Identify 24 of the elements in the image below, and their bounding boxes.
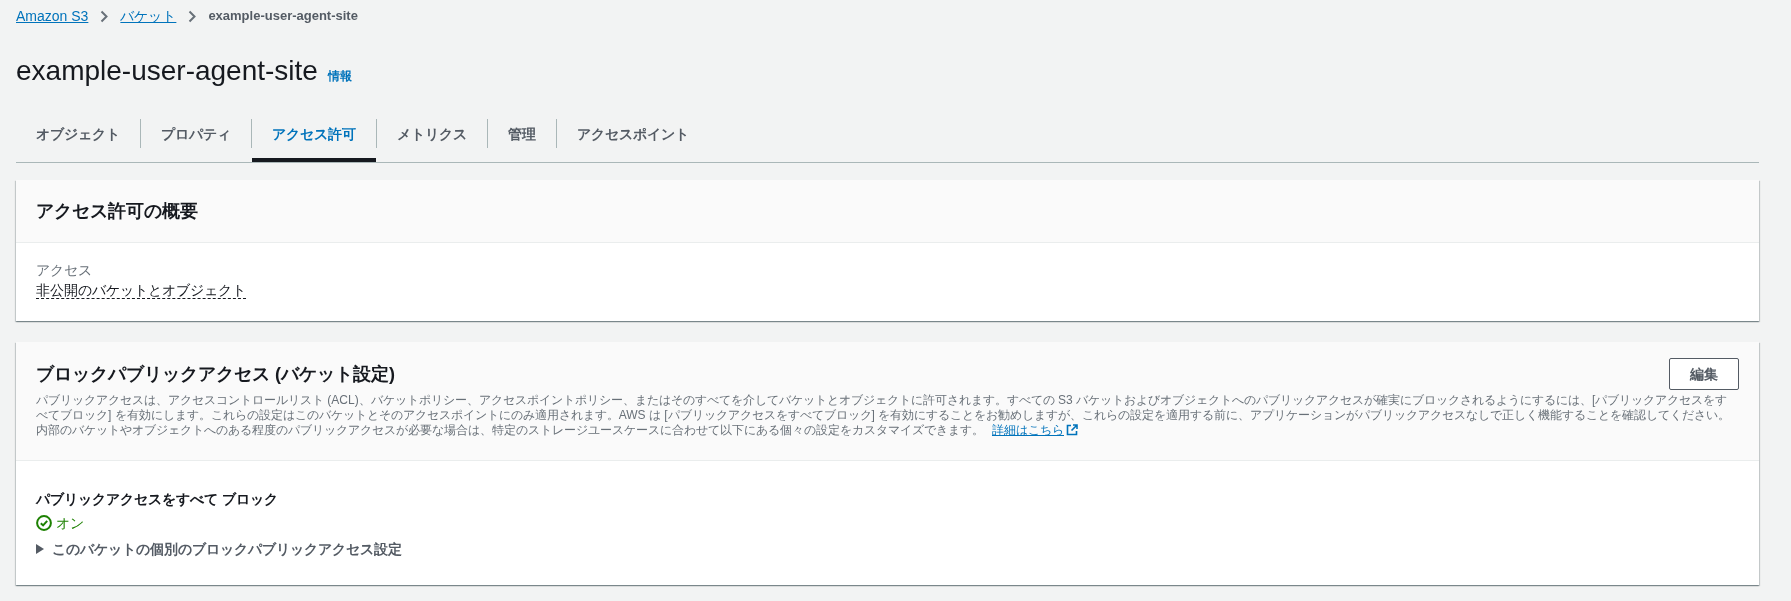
chevron-right-icon [188, 9, 197, 23]
field-value[interactable]: 非公開のバケットとオブジェクト [36, 282, 246, 299]
panel-description: パブリックアクセスは、アクセスコントロールリスト (ACL)、バケットポリシー、アクセスポイントポリシー、またはそのすべてを介してバケットとオブジェクトに許可されます。すべての S3 バケットおよびオブジェクトへのパブリックアクセスが確実にブロックされるようにするには、[パブリックアクセスをすべてブロック] を有効にします。これらの設定はこのバケットとそのアクセスポイントにのみ適用されます。AWS は [パブリックアクセスをすべてブロック] を有効にすることをお勧めしますが、これらの設定を適用する前に、アプリケーションがパブリックアクセスなしで正しく機能することを確認してください。内部のバケットやオブジェクトへのある程度のパブリックアクセスが必要な場合は、特定のストレージユースケースに合わせて以下にある個々の設定をカスタマイズできます。 詳細はこちら [36, 393, 1732, 438]
panel-title: アクセス許可の概要 [36, 200, 199, 223]
tab[interactable]: 管理 [488, 112, 556, 162]
external-link-icon [1066, 424, 1078, 436]
tab[interactable]: プロパティ [141, 112, 251, 162]
info-link[interactable]: 情報 [327, 67, 352, 85]
status-text: オン [56, 514, 84, 533]
tab[interactable]: アクセスポイント [557, 112, 709, 162]
breadcrumb-link[interactable]: バケット [120, 8, 177, 24]
field-label: アクセス [36, 261, 93, 280]
tab[interactable]: メトリクス [377, 112, 487, 162]
breadcrumb-link[interactable]: Amazon S3 [16, 8, 89, 24]
setting-label: パブリックアクセスをすべて ブロック [36, 490, 279, 509]
edit-button[interactable]: 編集 [1669, 358, 1739, 390]
page-title: example-user-agent-site [16, 54, 318, 88]
learn-more-link[interactable]: 詳細はこちら [992, 423, 1078, 437]
panel-title: ブロックパブリックアクセス (バケット設定) [36, 363, 395, 386]
chevron-right-icon [100, 9, 109, 23]
expander-toggle[interactable]: このバケットの個別のブロックパブリックアクセス設定 [36, 539, 402, 559]
tab[interactable]: アクセス許可 [252, 112, 376, 162]
tab[interactable]: オブジェクト [16, 112, 140, 162]
breadcrumb-current: example-user-agent-site [208, 8, 358, 24]
